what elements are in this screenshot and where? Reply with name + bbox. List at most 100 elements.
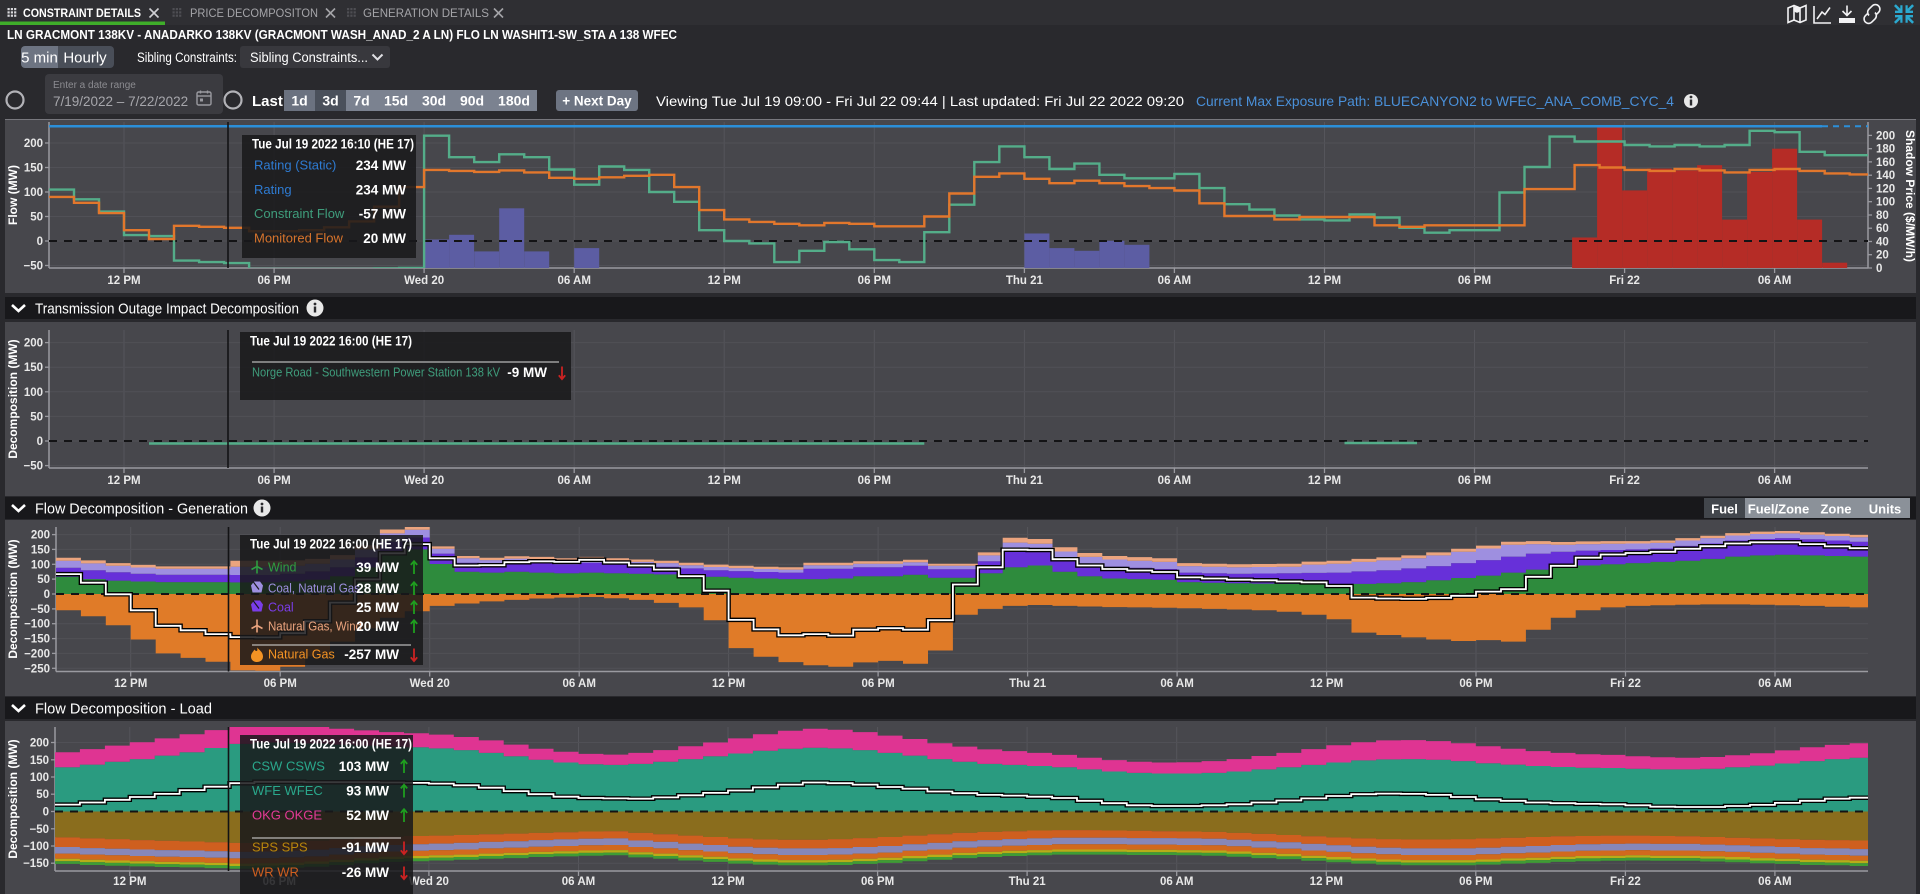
- svg-text:OKG OKGE: OKG OKGE: [252, 808, 322, 823]
- svg-text:06 AM: 06 AM: [1158, 475, 1191, 487]
- svg-text:−50: −50: [23, 461, 43, 473]
- svg-text:Rating: Rating: [254, 182, 292, 197]
- svg-text:Viewing Tue Jul 19 09:00 - Fri: Viewing Tue Jul 19 09:00 - Fri Jul 22 09…: [656, 93, 1184, 109]
- svg-text:06 PM: 06 PM: [264, 678, 297, 690]
- svg-text:200: 200: [1876, 130, 1895, 142]
- svg-text:06 AM: 06 AM: [1758, 275, 1791, 287]
- svg-text:12 PM: 12 PM: [712, 678, 745, 690]
- svg-text:−100: −100: [23, 841, 49, 853]
- svg-text:150: 150: [30, 755, 49, 767]
- svg-text:Wed 20: Wed 20: [404, 475, 444, 487]
- svg-text:06 AM: 06 AM: [1758, 678, 1791, 690]
- svg-text:Fri 22: Fri 22: [1609, 475, 1640, 487]
- svg-text:Tue Jul 19 2022 16:10 (HE 17): Tue Jul 19 2022 16:10 (HE 17): [252, 137, 414, 152]
- svg-text:30d: 30d: [422, 93, 446, 109]
- svg-text:−100: −100: [24, 619, 50, 631]
- svg-text:50: 50: [30, 411, 43, 423]
- svg-text:−200: −200: [24, 648, 50, 660]
- svg-text:06 AM: 06 AM: [562, 876, 595, 888]
- svg-text:Current Max Exposure Path: BLU: Current Max Exposure Path: BLUECANYON2 t…: [1196, 93, 1674, 109]
- svg-text:Coal: Coal: [268, 601, 294, 615]
- svg-text:1d: 1d: [291, 93, 307, 109]
- svg-text:06 PM: 06 PM: [257, 475, 290, 487]
- svg-text:Tue Jul 19 2022 16:00 (HE 17): Tue Jul 19 2022 16:00 (HE 17): [250, 737, 412, 752]
- svg-text:-9 MW: -9 MW: [507, 365, 547, 380]
- svg-text:06 PM: 06 PM: [858, 275, 891, 287]
- svg-text:20 MW: 20 MW: [356, 619, 399, 634]
- svg-text:12 PM: 12 PM: [1310, 678, 1343, 690]
- svg-text:06 PM: 06 PM: [1459, 678, 1492, 690]
- svg-text:150: 150: [31, 544, 50, 556]
- svg-text:90d: 90d: [460, 93, 484, 109]
- svg-text:52 MW: 52 MW: [346, 808, 389, 823]
- svg-text:50: 50: [37, 574, 50, 586]
- svg-text:06 AM: 06 AM: [1160, 678, 1193, 690]
- svg-text:0: 0: [1876, 263, 1882, 275]
- svg-text:06 PM: 06 PM: [858, 475, 891, 487]
- svg-text:Coal, Natural Gas: Coal, Natural Gas: [268, 582, 360, 596]
- svg-text:06 AM: 06 AM: [1160, 876, 1193, 888]
- svg-text:Norge Road - Southwestern Powe: Norge Road - Southwestern Power Station …: [252, 365, 500, 380]
- svg-text:Last: Last: [252, 93, 283, 110]
- svg-text:234 MW: 234 MW: [356, 158, 407, 173]
- svg-text:Wed 20: Wed 20: [410, 678, 450, 690]
- svg-text:Natural Gas, Wind: Natural Gas, Wind: [268, 620, 362, 634]
- svg-text:Monitored Flow: Monitored Flow: [254, 230, 343, 245]
- svg-text:0: 0: [43, 807, 49, 819]
- svg-text:Thu 21: Thu 21: [1006, 275, 1044, 287]
- svg-text:7/19/2022 – 7/22/2022: 7/19/2022 – 7/22/2022: [53, 94, 188, 109]
- svg-text:15d: 15d: [384, 93, 408, 109]
- svg-text:180: 180: [1876, 144, 1895, 156]
- svg-text:50: 50: [36, 789, 49, 801]
- svg-text:100: 100: [1876, 197, 1895, 209]
- svg-text:Thu 21: Thu 21: [1006, 475, 1044, 487]
- svg-text:Shadow Price ($/MW/h): Shadow Price ($/MW/h): [1903, 130, 1916, 262]
- svg-text:12 PM: 12 PM: [1308, 275, 1341, 287]
- svg-text:-257 MW: -257 MW: [344, 647, 399, 662]
- svg-text:150: 150: [24, 362, 43, 374]
- svg-text:Fuel: Fuel: [1711, 502, 1738, 517]
- svg-text:-91 MW: -91 MW: [342, 840, 390, 855]
- svg-text:234 MW: 234 MW: [356, 182, 407, 197]
- svg-text:12 PM: 12 PM: [708, 475, 741, 487]
- svg-text:Thu 21: Thu 21: [1009, 678, 1047, 690]
- svg-text:WFE WFEC: WFE WFEC: [252, 783, 323, 798]
- svg-text:−50: −50: [30, 604, 50, 616]
- svg-text:Rating (Static): Rating (Static): [254, 158, 336, 173]
- svg-text:Flow Decomposition - Generatio: Flow Decomposition - Generation: [35, 501, 248, 518]
- svg-text:200: 200: [31, 530, 50, 542]
- svg-text:Fri 22: Fri 22: [1610, 678, 1641, 690]
- svg-text:Tue Jul 19 2022 16:00 (HE 17): Tue Jul 19 2022 16:00 (HE 17): [250, 334, 412, 349]
- svg-text:Sibling Constraints...: Sibling Constraints...: [250, 50, 368, 65]
- svg-text:100: 100: [30, 772, 49, 784]
- svg-text:Zone: Zone: [1820, 502, 1851, 517]
- svg-text:Hourly: Hourly: [63, 50, 107, 67]
- svg-text:20 MW: 20 MW: [363, 231, 406, 246]
- svg-text:Thu 21: Thu 21: [1009, 876, 1047, 888]
- svg-text:LN GRACMONT 138KV - ANADARKO 1: LN GRACMONT 138KV - ANADARKO 138KV (GRAC…: [7, 27, 678, 42]
- svg-text:+ Next Day: + Next Day: [562, 94, 632, 109]
- svg-text:80: 80: [1876, 210, 1889, 222]
- svg-text:06 PM: 06 PM: [861, 876, 894, 888]
- svg-text:GENERATION DETAILS: GENERATION DETAILS: [363, 6, 489, 20]
- svg-text:PRICE DECOMPOSITON: PRICE DECOMPOSITON: [190, 6, 318, 20]
- svg-text:−50: −50: [29, 824, 49, 836]
- svg-text:12 PM: 12 PM: [711, 876, 744, 888]
- svg-text:Natural Gas: Natural Gas: [268, 648, 335, 662]
- svg-text:06 PM: 06 PM: [1458, 475, 1491, 487]
- svg-text:50: 50: [30, 212, 43, 224]
- svg-text:Units: Units: [1869, 502, 1902, 517]
- svg-text:5 min: 5 min: [21, 50, 58, 67]
- svg-text:Wind: Wind: [268, 561, 297, 575]
- svg-text:12 PM: 12 PM: [1310, 876, 1343, 888]
- svg-text:120: 120: [1876, 183, 1895, 195]
- svg-text:93 MW: 93 MW: [346, 784, 389, 799]
- svg-text:CSW CSWS: CSW CSWS: [252, 759, 325, 774]
- svg-text:Flow (MW): Flow (MW): [6, 165, 20, 225]
- svg-text:Decomposition (MW): Decomposition (MW): [6, 339, 20, 458]
- svg-text:06 PM: 06 PM: [257, 275, 290, 287]
- svg-text:06 AM: 06 AM: [557, 475, 590, 487]
- svg-text:160: 160: [1876, 157, 1895, 169]
- svg-text:60: 60: [1876, 223, 1889, 235]
- svg-text:12 PM: 12 PM: [107, 475, 140, 487]
